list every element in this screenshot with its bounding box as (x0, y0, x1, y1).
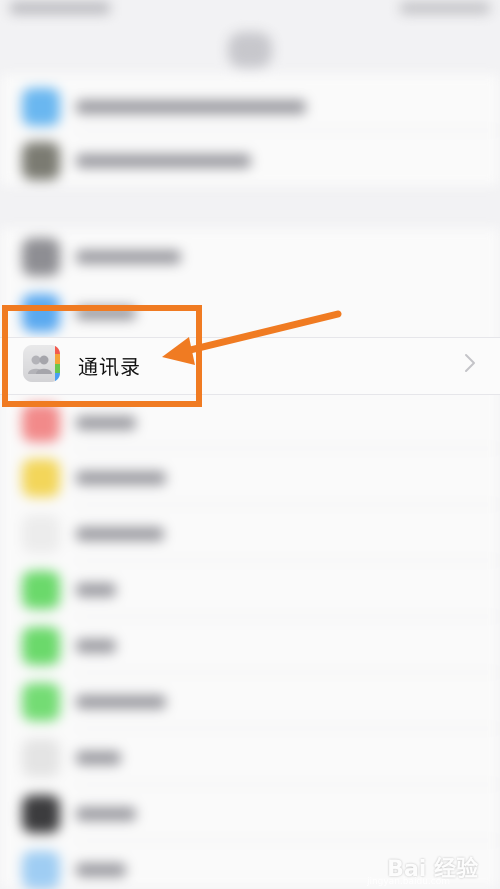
arrow-left-icon (162, 310, 342, 365)
watermark-url: jingyan.baidu.com (366, 877, 450, 887)
settings-screen: 通讯录 Bai 经验 jingyan.baidu.com (0, 0, 500, 889)
